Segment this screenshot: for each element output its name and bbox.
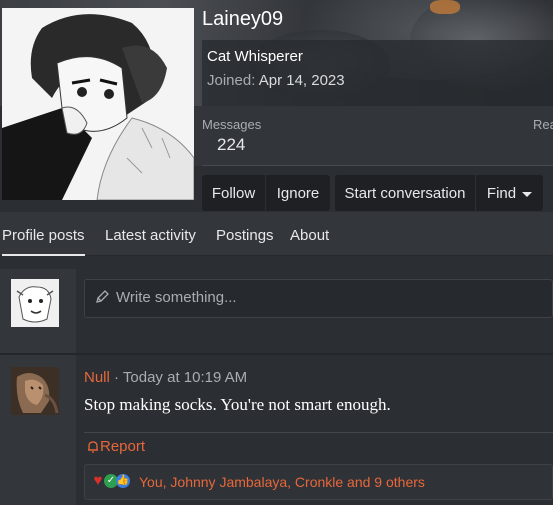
tab-latest-activity[interactable]: Latest activity xyxy=(105,227,196,244)
profile-tabs: Profile posts Latest activity Postings A… xyxy=(0,212,553,256)
avatar-illustration xyxy=(11,279,59,327)
ignore-button[interactable]: Ignore xyxy=(266,175,330,211)
write-something-placeholder: Write something... xyxy=(116,289,237,306)
post-timestamp[interactable]: Today at 10:19 AM xyxy=(123,369,247,386)
ignore-label: Ignore xyxy=(276,184,320,202)
joined-info: Joined: Apr 14, 2023 xyxy=(207,72,345,89)
post-meta: Null · Today at 10:19 AM xyxy=(84,369,247,386)
joined-label: Joined: xyxy=(207,72,256,89)
reactions-summary-link[interactable]: You, Johnny Jambalaya, Cronkle and 9 oth… xyxy=(139,474,425,490)
chevron-down-icon xyxy=(522,191,533,197)
current-user-avatar[interactable] xyxy=(11,279,59,327)
report-label: Report xyxy=(100,438,146,455)
messages-count[interactable]: 224 xyxy=(217,135,245,155)
reactions-label-partial: Rea xyxy=(533,117,553,132)
reaction-icons[interactable]: ♥ ✓ 👍 xyxy=(90,473,130,488)
tab-profile-posts[interactable]: Profile posts xyxy=(2,227,85,256)
post-author-avatar[interactable] xyxy=(11,367,59,415)
follow-label: Follow xyxy=(211,184,256,202)
report-link[interactable]: Report xyxy=(86,438,145,455)
find-dropdown-button[interactable]: Find xyxy=(476,175,543,211)
profile-username: Lainey09 xyxy=(202,8,284,30)
messages-label: Messages xyxy=(202,117,262,132)
avatar-illustration xyxy=(11,367,59,415)
start-conversation-button[interactable]: Start conversation xyxy=(335,175,475,211)
profile-avatar[interactable] xyxy=(2,8,194,200)
follow-button[interactable]: Follow xyxy=(202,175,265,211)
joined-date: Apr 14, 2023 xyxy=(258,72,345,89)
divider xyxy=(0,353,553,355)
post-author-link[interactable]: Null xyxy=(84,369,110,386)
profile-stats xyxy=(194,106,553,166)
divider xyxy=(84,432,553,433)
avatar-illustration xyxy=(2,8,194,200)
find-label: Find xyxy=(486,184,517,202)
bell-icon xyxy=(88,440,98,453)
tab-postings[interactable]: Postings xyxy=(216,227,274,244)
post-body: Stop making socks. You're not smart enou… xyxy=(84,395,391,414)
tab-about[interactable]: About xyxy=(290,227,329,244)
banner-decoration xyxy=(430,0,460,14)
user-title: Cat Whisperer xyxy=(207,48,303,65)
divider xyxy=(202,165,553,166)
meta-separator: · xyxy=(109,369,123,386)
pencil-icon xyxy=(96,290,109,303)
start-conversation-label: Start conversation xyxy=(344,184,466,202)
thumbs-up-icon: 👍 xyxy=(116,474,130,488)
